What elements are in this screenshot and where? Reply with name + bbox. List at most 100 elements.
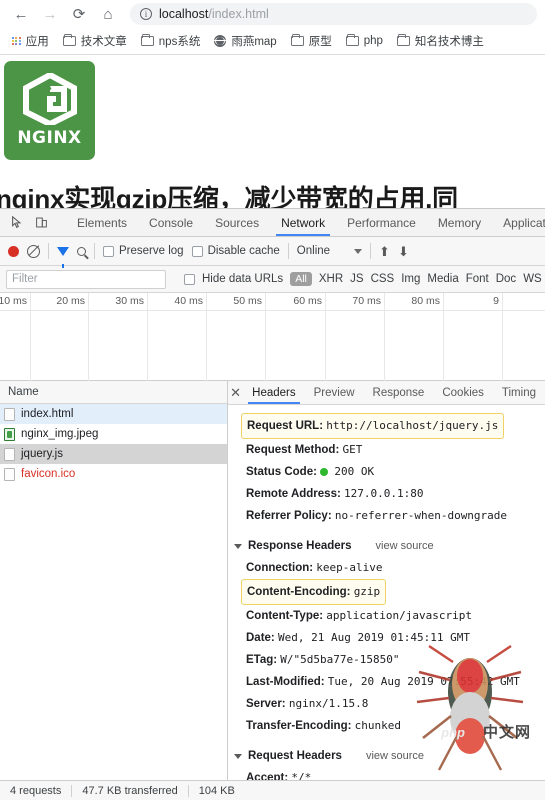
subtab-label: Response	[372, 386, 425, 399]
header-server: Server: nginx/1.15.8	[228, 693, 545, 715]
status-ok-icon	[320, 468, 329, 476]
filter-icon[interactable]	[57, 246, 69, 268]
subtab-headers[interactable]: Headers	[243, 381, 304, 404]
request-name: favicon.ico	[21, 468, 76, 480]
header-accept: Accept: */*	[228, 767, 545, 780]
home-icon[interactable]: ⌂	[95, 1, 121, 27]
tab-performance[interactable]: Performance	[336, 209, 427, 236]
filter-media[interactable]: Media	[427, 273, 458, 285]
export-har-icon[interactable]: ⬇	[398, 245, 409, 258]
record-icon[interactable]	[8, 245, 19, 257]
document-icon	[4, 467, 15, 481]
request-row-favicon-ico[interactable]: favicon.ico	[0, 464, 227, 484]
tab-label: Performance	[347, 215, 416, 230]
header-value: application/javascript	[326, 609, 472, 622]
tick-label: 70 ms	[352, 295, 381, 307]
device-toolbar-icon[interactable]	[30, 212, 52, 234]
import-har-icon[interactable]: ⬆	[379, 245, 390, 258]
request-list: Name index.html nginx_img.jpeg jquery.js…	[0, 381, 228, 780]
filter-css[interactable]: CSS	[371, 273, 395, 285]
bookmark-php[interactable]: php	[340, 33, 389, 49]
subtab-preview[interactable]: Preview	[305, 381, 364, 404]
bookmark-apps[interactable]: 应用	[6, 31, 55, 51]
header-transfer-encoding: Transfer-Encoding: chunked	[228, 715, 545, 737]
request-headers-section[interactable]: Request Headers view source	[228, 745, 545, 767]
header-content-type: Content-Type: application/javascript	[228, 605, 545, 627]
throttling-select[interactable]: Online	[297, 245, 363, 257]
disable-cache-label: Disable cache	[207, 245, 280, 257]
request-row-index-html[interactable]: index.html	[0, 404, 227, 424]
close-icon[interactable]: ✕	[228, 381, 243, 404]
header-key: ETag:	[246, 654, 278, 666]
filter-doc[interactable]: Doc	[496, 273, 516, 285]
filter-img[interactable]: Img	[401, 273, 420, 285]
preserve-log-label: Preserve log	[119, 245, 184, 257]
hide-data-urls-label[interactable]: Hide data URLs	[202, 273, 283, 285]
resource-type-filters: Hide data URLs All XHR JS CSS Img Media …	[176, 272, 542, 286]
filter-ws[interactable]: WS	[523, 273, 542, 285]
header-value: nginx/1.15.8	[288, 697, 369, 710]
request-list-header[interactable]: Name	[0, 381, 227, 404]
request-row-jquery-js[interactable]: jquery.js	[0, 444, 227, 464]
chevron-down-icon[interactable]	[234, 543, 242, 549]
subtab-label: Headers	[252, 386, 296, 399]
preserve-log-toggle[interactable]: Preserve log	[103, 245, 184, 257]
bookmark-yuyan-map[interactable]: 雨燕map	[208, 31, 282, 51]
filter-all[interactable]: All	[290, 272, 312, 286]
tab-label: Memory	[437, 215, 482, 230]
tab-elements[interactable]: Elements	[66, 209, 138, 236]
network-timeline-overview[interactable]: 10 ms 20 ms 30 ms 40 ms 50 ms 60 ms 70 m…	[0, 293, 545, 381]
header-etag: ETag: W/"5d5ba77e-15850"	[228, 649, 545, 671]
bookmark-famous-bloggers[interactable]: 知名技术博主	[391, 31, 490, 51]
clear-icon[interactable]	[27, 244, 40, 258]
checkbox-icon[interactable]	[184, 273, 195, 285]
tab-application[interactable]: Application	[492, 209, 545, 236]
subtab-cookies[interactable]: Cookies	[433, 381, 493, 404]
filter-xhr[interactable]: XHR	[319, 273, 343, 285]
checkbox-icon[interactable]	[191, 245, 203, 257]
tab-memory[interactable]: Memory	[427, 209, 492, 236]
checkbox-icon[interactable]	[103, 245, 114, 257]
bookmark-label: 应用	[25, 36, 49, 48]
bookmark-nps[interactable]: nps系统	[135, 31, 207, 51]
tab-sources[interactable]: Sources	[204, 209, 270, 236]
inspect-element-icon[interactable]	[6, 212, 28, 234]
header-value: 127.0.0.1:80	[344, 487, 424, 500]
filter-js[interactable]: JS	[350, 273, 363, 285]
section-title: Request Headers	[248, 750, 342, 762]
request-url-highlight: Request URL: http://localhost/jquery.js	[241, 413, 505, 439]
subtab-response[interactable]: Response	[364, 381, 434, 404]
disable-cache-toggle[interactable]: Disable cache	[191, 245, 280, 257]
forward-icon[interactable]: →	[37, 1, 63, 27]
headers-content[interactable]: Request URL: http://localhost/jquery.js …	[228, 405, 545, 780]
filter-font[interactable]: Font	[466, 273, 489, 285]
subtab-timing[interactable]: Timing	[493, 381, 545, 404]
tab-console[interactable]: Console	[138, 209, 204, 236]
apps-grid-icon	[12, 36, 21, 46]
header-key: Referrer Policy:	[246, 510, 332, 522]
address-bar[interactable]: i localhost/index.html	[130, 3, 537, 25]
view-source-link[interactable]: view source	[366, 745, 424, 767]
bookmark-prototype[interactable]: 原型	[285, 31, 338, 51]
header-value: 200 OK	[334, 465, 375, 478]
view-source-link[interactable]: view source	[376, 535, 434, 557]
header-value: */*	[291, 771, 312, 780]
bookmark-tech-articles[interactable]: 技术文章	[57, 31, 133, 51]
header-request-method: Request Method: GET	[228, 439, 545, 461]
search-icon[interactable]	[77, 246, 86, 256]
reload-icon[interactable]: ⟳	[66, 1, 92, 27]
header-key: Request Method:	[246, 444, 340, 456]
chevron-down-icon[interactable]	[234, 753, 242, 759]
tick-label: 9	[493, 295, 499, 307]
tab-network[interactable]: Network	[270, 209, 336, 236]
header-key: Accept:	[246, 772, 289, 780]
divider	[287, 243, 289, 259]
filter-input[interactable]: Filter	[6, 269, 166, 289]
request-row-nginx-img[interactable]: nginx_img.jpeg	[0, 424, 227, 444]
site-info-icon[interactable]: i	[140, 8, 152, 20]
browser-window: ← → ⟳ ⌂ i localhost/index.html 应用 技术文章 n…	[0, 0, 545, 800]
response-headers-section[interactable]: Response Headers view source	[228, 535, 545, 557]
back-icon[interactable]: ←	[8, 1, 34, 27]
chevron-down-icon[interactable]	[354, 248, 363, 254]
section-title: Response Headers	[248, 540, 352, 552]
